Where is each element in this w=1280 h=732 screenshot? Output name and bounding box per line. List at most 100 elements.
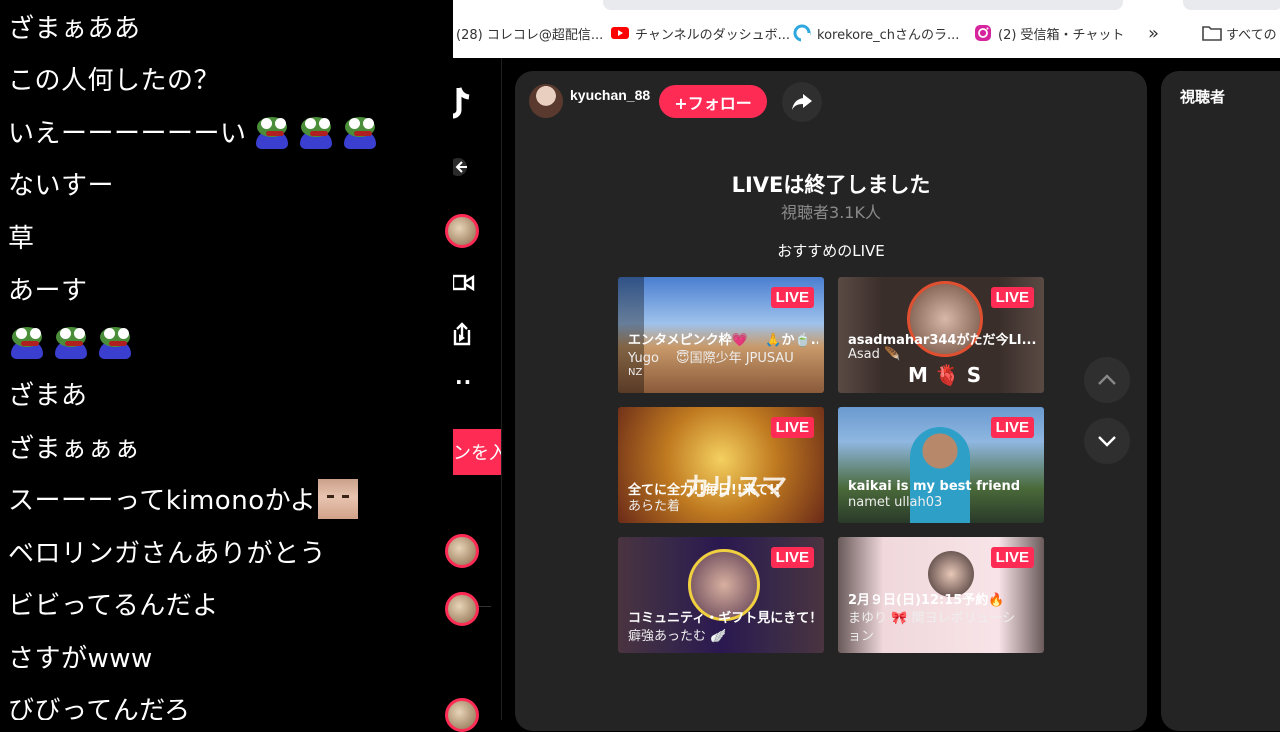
more-dots-icon[interactable]: ··	[455, 370, 472, 394]
card-title: kaikai is my best friend	[848, 479, 1021, 494]
twitcasting-icon	[793, 24, 811, 42]
chat-message: ないすー	[8, 158, 114, 210]
scroll-up-button[interactable]	[1084, 357, 1130, 403]
folder-icon	[1202, 24, 1222, 42]
frog-emote-icon	[341, 113, 379, 149]
viewers-panel-title: 視聴者	[1180, 88, 1226, 106]
card-host: Asad 🪶	[848, 347, 901, 362]
following-avatar[interactable]	[445, 214, 479, 248]
chat-message: スーーーってkimonoかよ	[8, 473, 359, 525]
bookmark-instagram-inbox[interactable]: (2) 受信箱・チャット	[974, 20, 1124, 46]
tiktok-logo-icon[interactable]	[444, 86, 473, 126]
join-button-label: ンを入	[453, 443, 501, 464]
live-avatar[interactable]	[445, 534, 479, 568]
card-title: エンタメピンク枠💗 🙏か🍵...	[628, 333, 818, 348]
bookmark-label: korekore_chさんのラ...	[817, 27, 960, 43]
live-card[interactable]: LIVE 2月９日(日)12:15予約🔥 まゆり 🎀 関ヨレボリューシ ョン	[838, 537, 1044, 653]
bookmark-label: チャンネルのダッシュボ...	[635, 27, 791, 43]
more-icon: »	[1148, 22, 1160, 44]
tiktok-side-rail: ·· ンを入	[444, 58, 502, 732]
bookmarks-overflow-button[interactable]: »	[1148, 20, 1159, 46]
card-extra: NZ	[628, 367, 643, 378]
bookmarks-bar: (28) コレコレ@超配信... チャンネルのダッシュボ... korekore…	[453, 0, 1280, 58]
bookmark-korekore-niconico[interactable]: (28) コレコレ@超配信...	[456, 20, 603, 46]
live-badge: LIVE	[770, 417, 814, 438]
chat-message-text: ざまあ	[8, 381, 88, 411]
chevron-up-icon	[1098, 374, 1116, 385]
chat-message: ざまあ	[8, 368, 88, 420]
chat-message-text: ビビってるんだよ	[8, 591, 219, 621]
card-title: 2月９日(日)12:15予約🔥	[848, 593, 1005, 608]
card-overlay: M 🫀 S	[908, 363, 982, 387]
live-card[interactable]: LIVE カリスマ 全てに全力!!毎日!!来て!! あらた着	[618, 407, 824, 523]
live-card[interactable]: LIVE kaikai is my best friend namet ulla…	[838, 407, 1044, 523]
live-player-panel: kyuchan_88 +フォロー LIVEは終了しました 視聴者3.1K人 おす…	[515, 71, 1147, 731]
card-host-cont: ョン	[848, 629, 875, 644]
live-card[interactable]: LIVE コミュニティ・ギフト見にきて！！ 癖強あったむ 🪽	[618, 537, 824, 653]
chat-message-text: ベロリンガさんありがとう	[8, 538, 327, 569]
card-title: コミュニティ・ギフト見にきて！！	[628, 611, 818, 626]
live-badge: LIVE	[990, 547, 1034, 568]
chat-message: ざまぁああ	[8, 0, 141, 52]
card-host: まゆり 🎀 関ヨレボリューシ	[848, 611, 1016, 626]
chat-message: ベロリンガさんありがとう	[8, 525, 326, 577]
chat-message-text: あーす	[8, 276, 88, 306]
chat-message-text: この人何したの？	[8, 66, 221, 96]
card-title: asadmahar344がただ今LI...	[848, 333, 1037, 348]
live-badge: LIVE	[990, 287, 1034, 308]
chat-message-text: ざまぁぁぁ	[8, 433, 141, 464]
viewer-count: 視聴者3.1K人	[781, 203, 881, 222]
live-avatar[interactable]	[445, 698, 479, 732]
chat-message-text: さすがwww	[8, 643, 153, 674]
chat-message: この人何したの？	[8, 53, 220, 105]
frog-emote-icon	[297, 113, 335, 149]
frog-emote-icon	[8, 323, 46, 359]
chat-message-text: ないすー	[8, 171, 115, 201]
share-button[interactable]	[782, 82, 822, 122]
bookmark-folder-all[interactable]: すべての	[1202, 20, 1277, 46]
share-icon	[792, 94, 812, 110]
host-username[interactable]: kyuchan_88	[570, 87, 650, 103]
upload-icon[interactable]	[453, 322, 471, 350]
frog-emote-icon	[253, 113, 291, 149]
address-bar-remnant	[603, 0, 1123, 10]
chat-message: 草	[8, 210, 35, 262]
chat-message-text: いえーーーーーーい	[8, 118, 247, 149]
frog-emote-icon	[52, 323, 90, 359]
chevron-down-icon	[1098, 436, 1116, 447]
instagram-icon	[974, 24, 992, 42]
bookmark-label: すべての	[1226, 27, 1277, 43]
chat-message: いえーーーーーーい	[8, 105, 379, 157]
live-badge: LIVE	[770, 547, 814, 568]
host-avatar[interactable]	[529, 84, 563, 118]
chat-message: さすがwww	[8, 630, 153, 682]
profile-bar-remnant	[1183, 0, 1280, 10]
live-camera-icon[interactable]	[451, 273, 475, 297]
live-card[interactable]: LIVE エンタメピンク枠💗 🙏か🍵... Yugo 😇国際少年 JPUSAU …	[618, 277, 824, 393]
bookmark-label: (28) コレコレ@超配信...	[456, 27, 604, 43]
live-ended-title: LIVEは終了しました	[731, 173, 931, 197]
chat-message: びびってんだろ	[8, 683, 191, 720]
scroll-down-button[interactable]	[1084, 418, 1130, 464]
chat-message-text: 草	[8, 223, 35, 254]
chat-overlay: ざまぁああこの人何したの？ いえーーーーーーい ないすー草あーすざまあざまぁぁぁスー…	[0, 0, 453, 720]
chat-message: ビビってるんだよ	[8, 578, 219, 630]
chat-message-text: びびってんだろ	[8, 696, 191, 720]
live-badge: LIVE	[990, 417, 1034, 438]
chat-message: ざまぁぁぁ	[8, 420, 141, 472]
bookmark-twitcasting[interactable]: korekore_chさんのラ...	[793, 20, 959, 46]
bookmark-youtube-dashboard[interactable]: チャンネルのダッシュボ...	[611, 20, 790, 46]
face-emote-icon	[318, 478, 359, 519]
collapse-arrow-icon[interactable]	[449, 158, 471, 180]
card-host: Yugo 😇国際少年 JPUSAU	[628, 351, 794, 366]
join-button[interactable]: ンを入	[453, 429, 501, 475]
live-avatar[interactable]	[445, 592, 479, 626]
chat-message: あーす	[8, 263, 88, 315]
chat-message	[8, 315, 134, 367]
frog-emote-icon	[96, 323, 134, 359]
viewers-panel: 視聴者	[1161, 71, 1280, 731]
live-card[interactable]: LIVE asadmahar344がただ今LI... Asad 🪶 M 🫀 S	[838, 277, 1044, 393]
card-host: 癖強あったむ 🪽	[628, 629, 727, 644]
follow-button[interactable]: +フォロー	[659, 85, 767, 118]
card-host: namet ullah03	[848, 495, 943, 510]
